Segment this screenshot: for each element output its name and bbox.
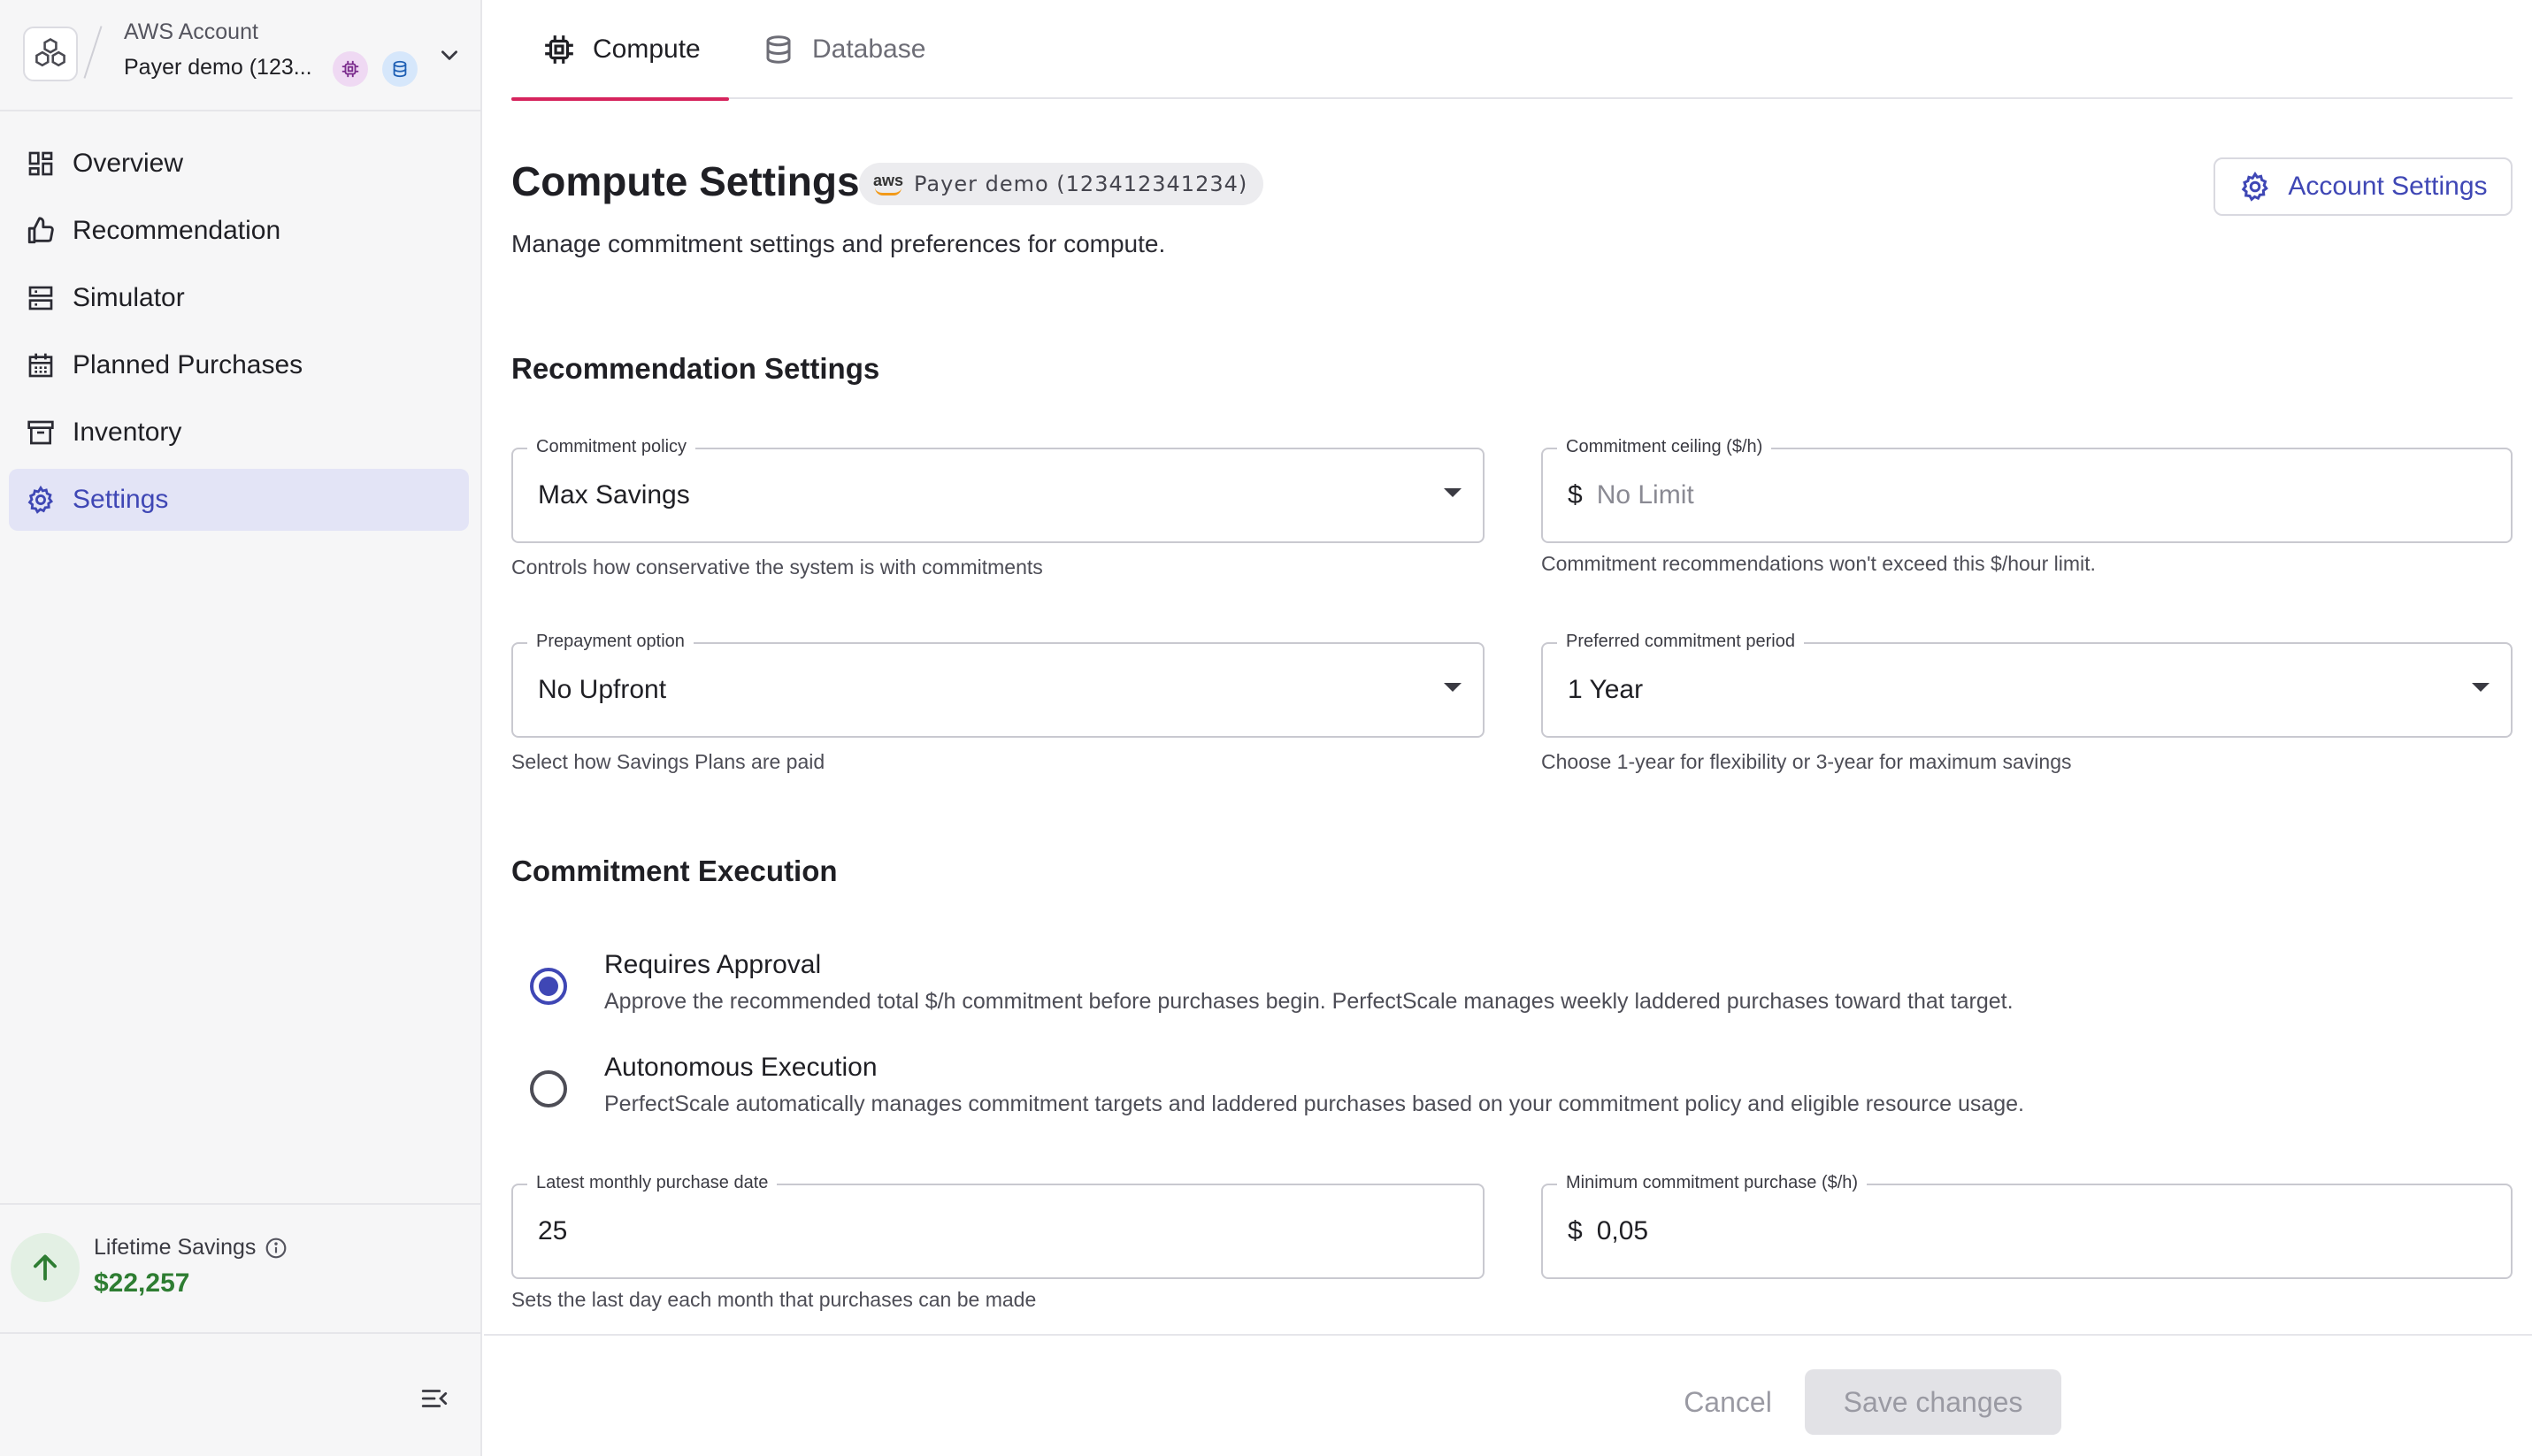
sidebar: AWS Account Payer demo (123... Overview … xyxy=(0,0,482,1456)
sidebar-nav: Overview Recommendation Simulator Planne… xyxy=(9,133,469,536)
sidebar-item-label: Overview xyxy=(73,149,184,178)
sidebar-item-inventory[interactable]: Inventory xyxy=(9,402,469,464)
sidebar-item-overview[interactable]: Overview xyxy=(9,133,469,195)
commitment-ceiling-input[interactable]: Commitment ceiling ($/h) $ No Limit xyxy=(1541,437,2513,543)
commitment-policy-select[interactable]: Commitment policy Max Savings xyxy=(511,437,1485,543)
archive-icon xyxy=(25,417,57,448)
sidebar-item-settings[interactable]: Settings xyxy=(9,469,469,531)
helper-text: Select how Savings Plans are paid xyxy=(511,750,825,773)
helper-text: Sets the last day each month that purcha… xyxy=(511,1288,1037,1311)
account-kicker: AWS Account xyxy=(124,19,258,44)
currency-prefix: $ xyxy=(1568,480,1583,510)
form-footer: Cancel Save changes xyxy=(484,1334,2532,1456)
server-icon xyxy=(25,282,57,314)
savings-value: $22,257 xyxy=(94,1268,190,1298)
calendar-icon xyxy=(25,349,57,381)
compute-badge-icon xyxy=(333,51,368,87)
currency-prefix: $ xyxy=(1568,1216,1583,1245)
sidebar-item-label: Recommendation xyxy=(73,216,281,245)
field-value: Max Savings xyxy=(538,480,690,510)
radio-button-selected[interactable] xyxy=(530,968,567,1005)
tab-label: Compute xyxy=(593,34,701,64)
account-settings-button[interactable]: Account Settings xyxy=(2214,157,2513,216)
field-value: $ No Limit xyxy=(1568,449,1694,541)
account-chip-label: Payer demo (123412341234) xyxy=(914,172,1248,196)
purchase-date-input[interactable]: Latest monthly purchase date 25 xyxy=(511,1173,1485,1279)
collapse-sidebar-icon[interactable] xyxy=(412,1380,457,1417)
divider xyxy=(83,26,103,79)
account-name: Payer demo (123... xyxy=(124,55,312,80)
sidebar-item-planned-purchases[interactable]: Planned Purchases xyxy=(9,334,469,396)
radio-title: Requires Approval xyxy=(604,950,822,979)
commitment-period-select[interactable]: Preferred commitment period 1 Year xyxy=(1541,632,2513,738)
helper-text: Commitment recommendations won't exceed … xyxy=(1541,552,2096,575)
min-commitment-purchase-input[interactable]: Minimum commitment purchase ($/h) $ 0,05 xyxy=(1541,1173,2513,1279)
radio-description: Approve the recommended total $/h commit… xyxy=(604,989,2014,1014)
field-value: $ 0,05 xyxy=(1568,1185,1648,1277)
dropdown-arrow-icon xyxy=(2472,683,2490,692)
save-changes-button[interactable]: Save changes xyxy=(1805,1369,2061,1435)
account-switcher[interactable]: AWS Account Payer demo (123... xyxy=(0,0,482,111)
info-icon[interactable] xyxy=(265,1237,288,1260)
radio-title: Autonomous Execution xyxy=(604,1053,878,1082)
savings-label-row: Lifetime Savings xyxy=(94,1235,288,1261)
savings-label: Lifetime Savings xyxy=(94,1235,257,1260)
database-icon xyxy=(761,32,796,67)
main-content: Compute Database Compute Settings aws Pa… xyxy=(484,0,2532,1456)
page-subtitle: Manage commitment settings and preferenc… xyxy=(511,230,1166,257)
gear-icon xyxy=(2238,170,2272,203)
sidebar-item-label: Planned Purchases xyxy=(73,350,303,379)
radio-autonomous-execution[interactable]: Autonomous Execution PerfectScale automa… xyxy=(530,1049,2476,1129)
prepayment-option-select[interactable]: Prepayment option No Upfront xyxy=(511,632,1485,738)
field-value: 25 xyxy=(538,1216,568,1245)
radio-requires-approval[interactable]: Requires Approval Approve the recommende… xyxy=(530,946,2476,1026)
page-title: Compute Settings xyxy=(511,158,860,204)
sidebar-item-simulator[interactable]: Simulator xyxy=(9,267,469,329)
sidebar-item-label: Inventory xyxy=(73,418,182,447)
chip-icon xyxy=(541,32,577,67)
account-settings-label: Account Settings xyxy=(2288,172,2488,201)
tab-compute[interactable]: Compute xyxy=(511,0,729,101)
sidebar-item-label: Simulator xyxy=(73,283,185,312)
field-value: 1 Year xyxy=(1568,675,1644,704)
helper-text: Controls how conservative the system is … xyxy=(511,556,1043,579)
tab-bar: Compute Database xyxy=(511,0,2513,101)
dropdown-arrow-icon xyxy=(1444,683,1462,692)
lifetime-savings: Lifetime Savings $22,257 xyxy=(0,1203,482,1334)
aws-logo: aws xyxy=(873,171,904,195)
app-logo-icon xyxy=(23,27,78,81)
cancel-button[interactable]: Cancel xyxy=(1639,1369,1816,1435)
radio-description: PerfectScale automatically manages commi… xyxy=(604,1092,2025,1116)
field-value: No Upfront xyxy=(538,675,667,704)
arrow-up-icon xyxy=(11,1233,80,1302)
account-chip: aws Payer demo (123412341234) xyxy=(859,163,1264,205)
database-badge-icon xyxy=(382,51,418,87)
sidebar-item-label: Settings xyxy=(73,485,169,514)
dashboard-icon xyxy=(25,148,57,180)
tab-database[interactable]: Database xyxy=(761,0,925,99)
sidebar-item-recommendation[interactable]: Recommendation xyxy=(9,200,469,262)
section-title-recommendation: Recommendation Settings xyxy=(511,352,880,385)
radio-button[interactable] xyxy=(530,1070,567,1107)
tab-label: Database xyxy=(812,34,926,64)
thumbs-up-icon xyxy=(25,215,57,247)
input-value: 0,05 xyxy=(1596,1216,1649,1245)
input-placeholder: No Limit xyxy=(1596,480,1694,510)
chevron-down-icon[interactable] xyxy=(434,39,465,71)
gear-icon xyxy=(25,484,57,516)
dropdown-arrow-icon xyxy=(1444,488,1462,497)
section-title-execution: Commitment Execution xyxy=(511,854,838,887)
helper-text: Choose 1-year for flexibility or 3-year … xyxy=(1541,750,2072,773)
